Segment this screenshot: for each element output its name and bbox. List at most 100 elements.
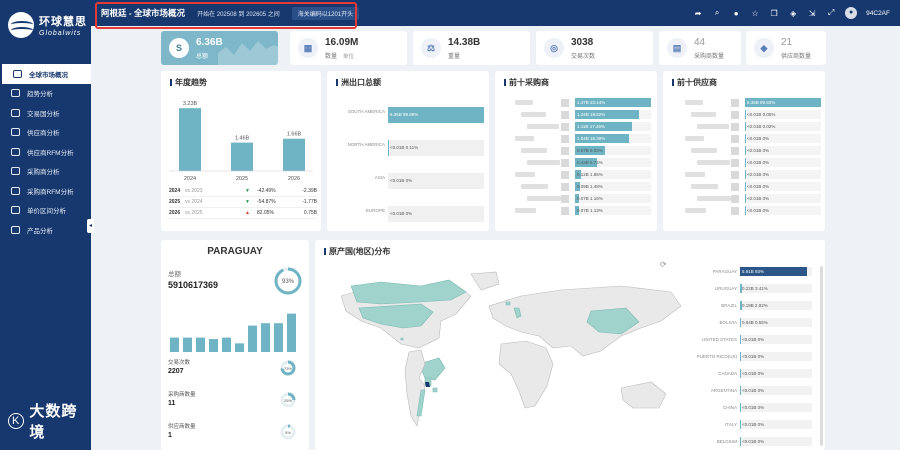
user-avatar[interactable]: ● [845,7,858,19]
tag-icon[interactable]: ◈ [788,9,798,18]
kpi-value: 14.38B [448,36,481,48]
origin-pct: 3.41% [755,286,768,291]
top-list-bar-label: <0.01B 0% [747,172,769,177]
top-list-bar[interactable]: 1.24B 19.52% [575,110,651,119]
origin-pct: 0% [757,371,765,376]
top-list-bar[interactable]: <0.01B 0% [745,206,821,215]
top-list-bar[interactable]: 1.47B 23.14% [575,98,651,107]
top-list-pct: 0% [762,208,770,213]
top-list-bar[interactable]: <0.01B 0% [745,182,821,191]
continent-bar[interactable]: <0.01B 0% [388,206,484,222]
top-list-bar[interactable]: <0.01B 0.02% [745,122,821,131]
sidebar-item-1[interactable]: 全球市场概况 [0,64,91,84]
world-map[interactable] [321,266,701,446]
sidebar-item-6[interactable]: 采购商分析 [0,162,91,182]
sparkline [218,41,278,65]
sidebar-item-3[interactable]: 交易国分析 [0,103,91,123]
continent-export-card: 洲出口总额 SOUTH AMERICA 6.35B 99.89% NORTH AME… [327,71,489,231]
origin-country-name: BRAZIL [721,303,737,308]
top-list-pct: 0% [762,148,770,153]
sidebar-item-5[interactable]: 供应商RFM分析 [0,142,91,162]
continent-bar[interactable]: <0.01B 0.11% [388,140,484,156]
sidebar-item-9[interactable]: 产品分析 [0,220,91,240]
top-list-bar[interactable]: 6.35B 99.92% [745,98,821,107]
share-icon[interactable]: ➦ [693,9,703,18]
kpi-transactions[interactable]: ◎ 3038 交易次数 [536,31,653,65]
menu-item-icon [11,147,20,156]
bar-year-label: 2024 [184,176,196,182]
continent-bar[interactable]: 6.35B 99.89% [388,107,484,123]
export-icon[interactable]: ⇲ [807,9,817,18]
redacted-name [515,172,535,177]
star-icon[interactable]: ☆ [750,9,760,18]
top-list-bar[interactable]: 0.12B 1.86% [575,170,651,179]
origin-bar[interactable]: <0.01B 0% [740,386,812,395]
info-icon[interactable]: ● [731,9,741,18]
top-list-bar-fill [745,110,746,119]
origin-bar[interactable]: <0.01B 0% [740,369,812,378]
sidebar-item-8[interactable]: 单价区间分析 [0,201,91,221]
redacted-name [527,196,561,201]
top-list-pct: 0% [762,172,770,177]
top-list-bar-label: 1.47B 23.14% [577,100,605,105]
top-list-bar[interactable]: 0.09B 1.48% [575,182,651,191]
origin-bar[interactable]: 0.04B 0.55% [740,318,812,327]
logo[interactable]: 环球慧思 Globalwits [0,0,91,50]
top-list-bar[interactable]: 1.04B 16.39% [575,134,651,143]
top-list-bar[interactable]: 0.43B 6.74% [575,158,651,167]
origin-bar[interactable]: 5.91B 93% [740,267,812,276]
top-list-bar[interactable]: 0.57B 9.02% [575,146,651,155]
sidebar-item-7[interactable]: 采购商RFM分析 [0,181,91,201]
user-id[interactable]: 94C2AF [866,10,890,17]
origin-bar[interactable]: <0.01B 0% [740,335,812,344]
sidebar-collapse-handle[interactable]: ◂ [87,219,94,233]
kpi-value: 3038 [571,36,594,48]
date-range-filter[interactable]: 开始在 202508 到 202605 之间 [197,9,280,18]
continent-bar-label: <0.01B 0.11% [390,145,418,150]
yoy-delta: -1.77B [302,199,317,205]
kpi-weight[interactable]: ⚖ 14.38B 重量 [413,31,530,65]
sidebar-item-4[interactable]: 供应商分析 [0,123,91,143]
sidebar-item-label: 采购商分析 [27,169,60,177]
top-list-bar[interactable]: <0.01B 0% [745,158,821,167]
logo-en: Globalwits [39,30,82,37]
page-title: 阿根廷 - 全球市场概况 [101,8,186,18]
search-icon[interactable]: ⌕ [712,8,722,18]
top-list-bar[interactable]: <0.01B 0% [745,194,821,203]
greenland-shape [470,271,500,291]
fullscreen-icon[interactable]: ⤢ [826,8,836,18]
yoy-pct: -42.49% [257,188,276,194]
list-scrollbar[interactable] [820,266,823,446]
copy-icon[interactable]: ❐ [769,9,779,18]
kpi-total-amount[interactable]: S 6.36B 总额 [161,31,278,65]
continent-bar[interactable]: <0.01B 0% [388,173,484,189]
kpi-value: 16.09M [325,36,359,48]
suppliers-icon: ◆ [754,38,774,58]
redacted-mark [561,207,569,215]
unit-selector[interactable]: 单位 [343,54,354,60]
country-trend-bars [170,313,296,352]
origin-bar[interactable]: <0.01B 0% [740,352,812,361]
kpi-quantity[interactable]: ▦ 16.09M 数量 单位 [290,31,407,65]
continent-value: <0.01B [390,145,405,150]
origin-bar[interactable]: <0.01B 0% [740,420,812,429]
top-list-bar[interactable]: <0.01B 0% [745,170,821,179]
top-list-bar[interactable]: 1.11B 17.46% [575,122,651,131]
origin-bar[interactable]: 0.22B 3.41% [740,284,812,293]
top-list-bar[interactable]: 0.07B 1.13% [575,206,651,215]
origin-value: <0.01B [742,354,757,359]
top-list-bar[interactable]: <0.01B 0% [745,134,821,143]
origin-bar[interactable]: <0.01B 0% [740,437,812,446]
origin-bar[interactable]: 0.19B 2.92% [740,301,812,310]
origin-bar[interactable]: <0.01B 0% [740,403,812,412]
top-list-bar[interactable]: 0.07B 1.16% [575,194,651,203]
globe-logo-icon [8,12,34,38]
sidebar-item-2[interactable]: 趋势分析 [0,84,91,104]
continent-name: EUROPE [365,208,385,213]
kpi-suppliers[interactable]: ◆ 21 供应商数量 [746,31,826,65]
top-list-bar[interactable]: <0.01B 0.05% [745,110,821,119]
hs-code-filter[interactable]: 海关编码以1201开头 [291,6,360,20]
kpi-buyers[interactable]: ▤ 44 采购商数量 [659,31,741,65]
continent-pct: 0% [405,178,413,183]
top-list-bar[interactable]: <0.01B 0% [745,146,821,155]
